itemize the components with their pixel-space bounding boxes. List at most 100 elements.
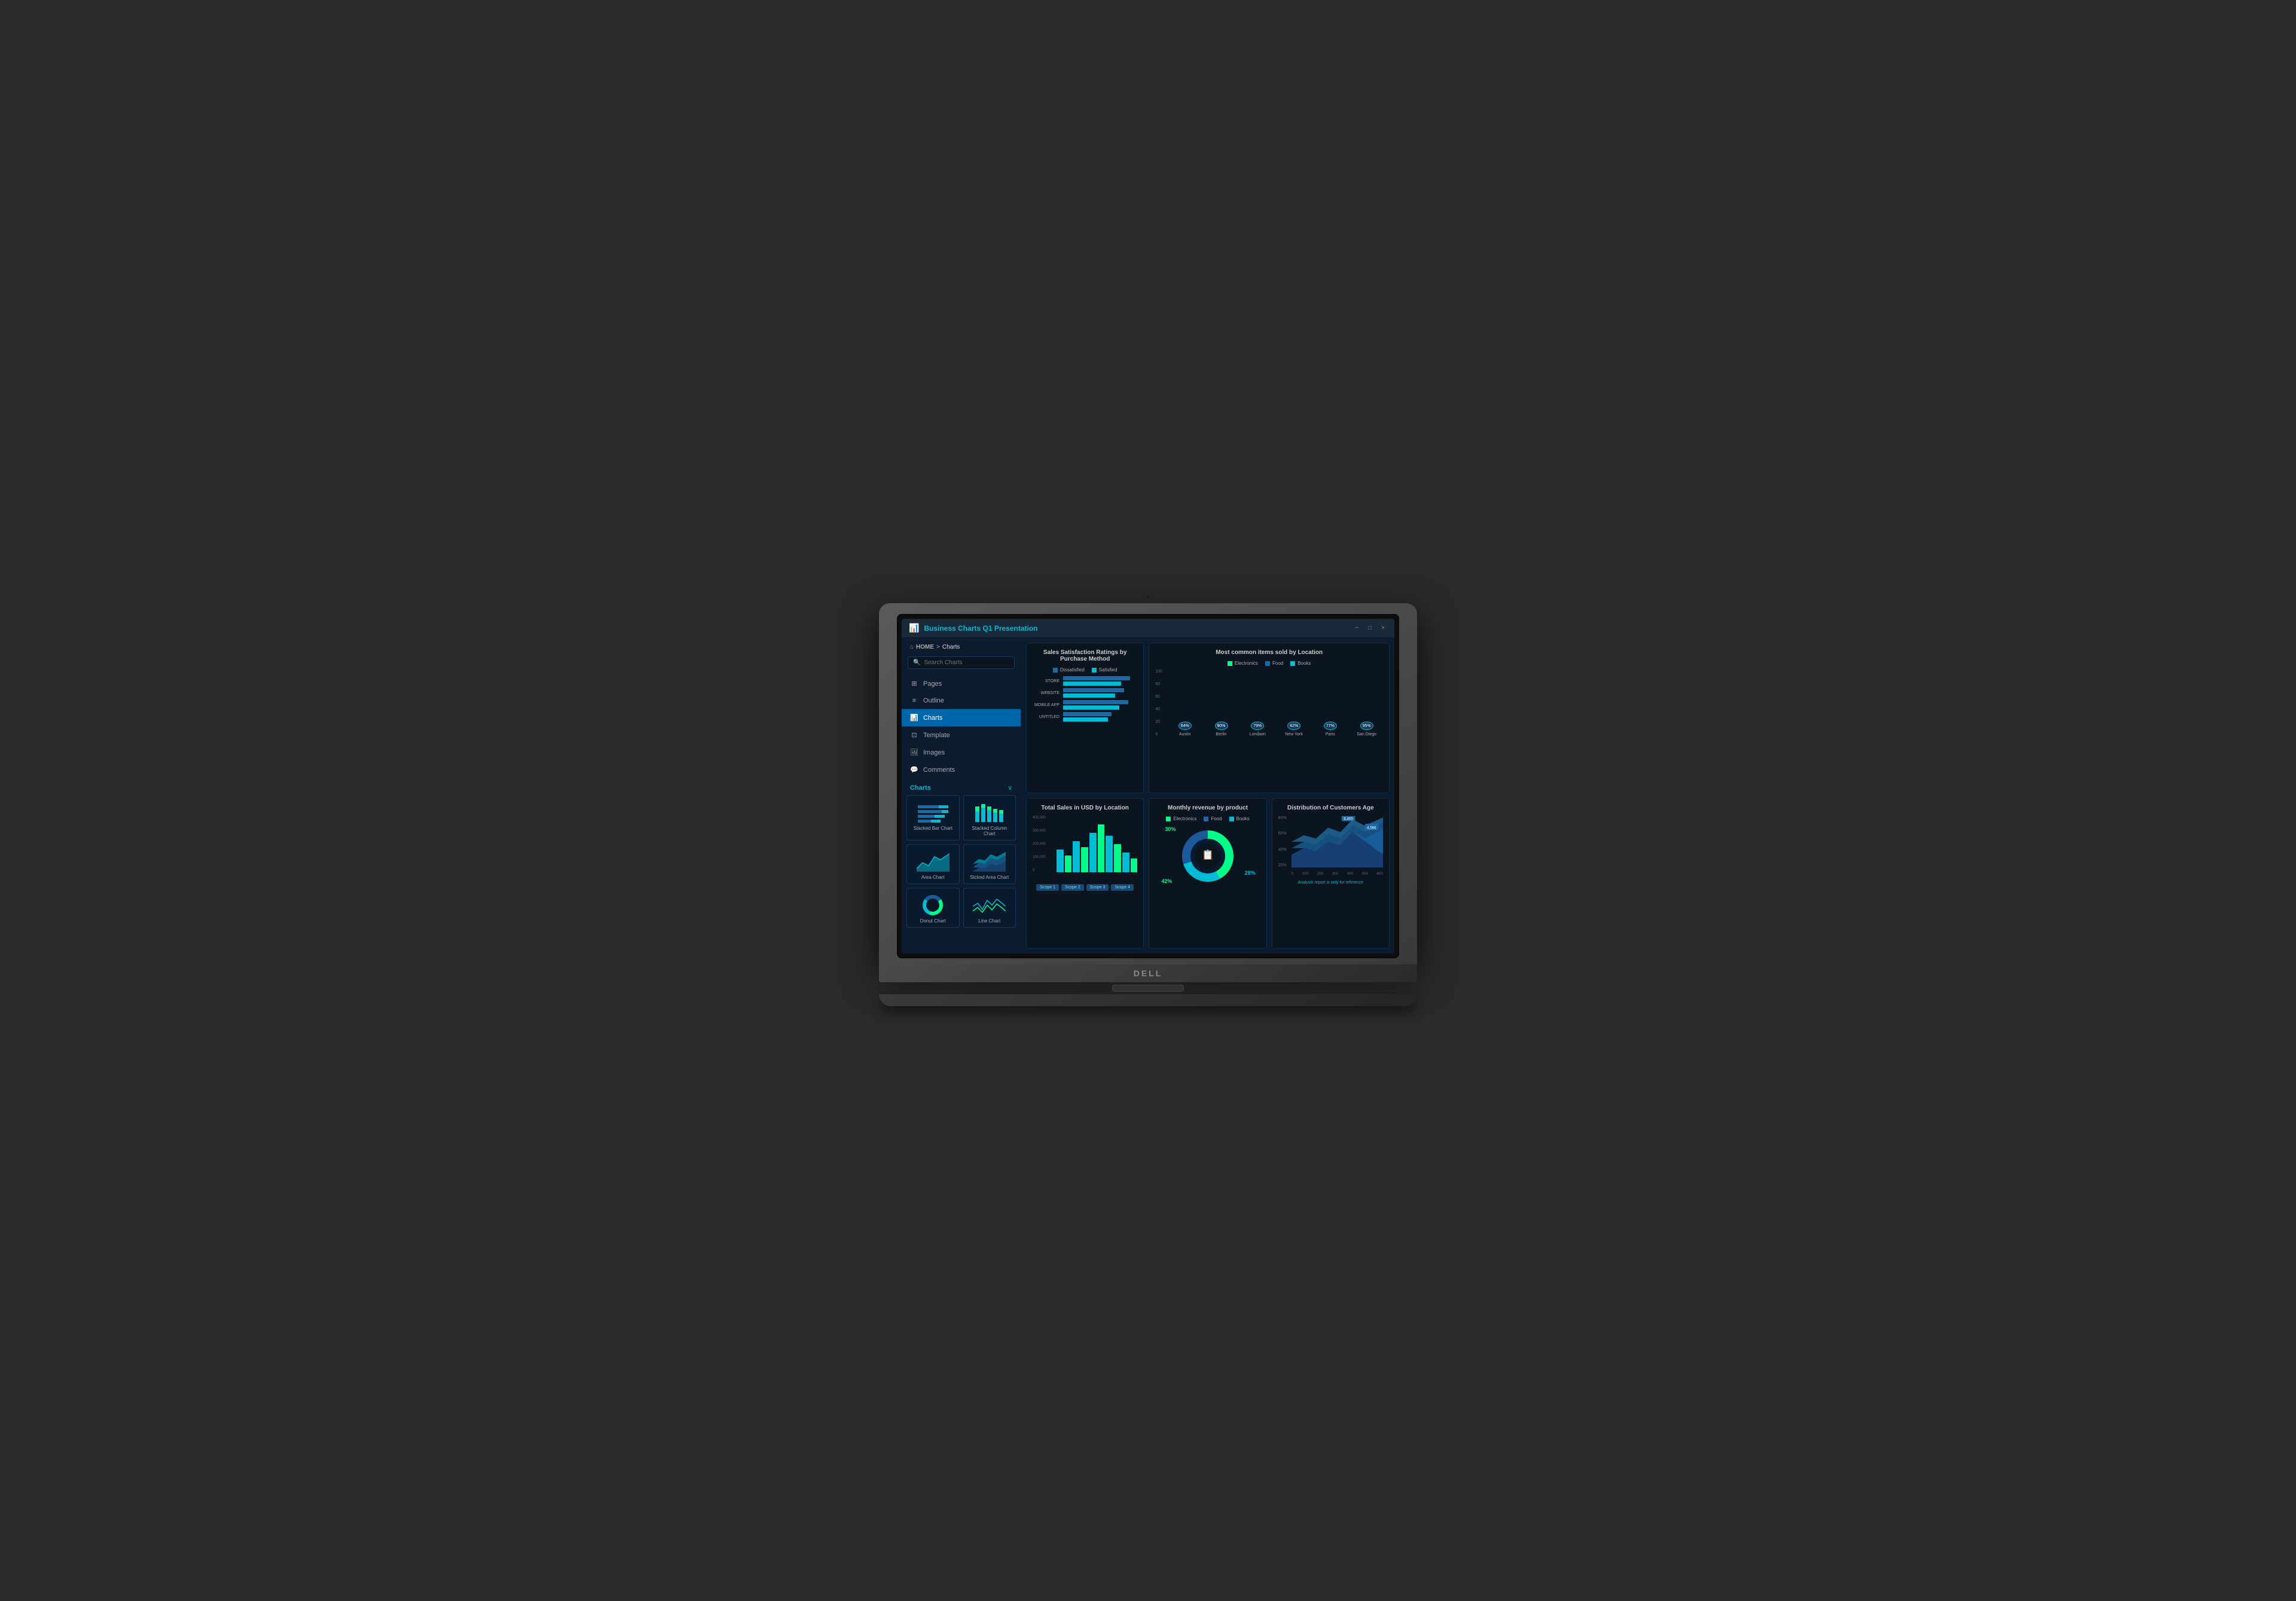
chart-thumb-donut[interactable]: Donut Chart (906, 888, 960, 928)
y5-20: 20% (1278, 863, 1292, 867)
scope1-button[interactable]: Scope 1 (1036, 884, 1059, 891)
chart2-title: Most common items sold by Location (1155, 649, 1383, 656)
trackpad[interactable] (1112, 985, 1184, 992)
hbar-untitled-satisfied (1063, 717, 1108, 722)
group-austin-label: Austin (1179, 732, 1190, 737)
hbar-row-website: WEBSITE (1033, 688, 1137, 698)
chart-thumb-stacked-area[interactable]: Stcked Area Chart (963, 844, 1016, 884)
y3-200k: 200,000 (1033, 842, 1057, 846)
scope2-button[interactable]: Scope 2 (1061, 884, 1084, 891)
hbar-label-mobileapp: MOBILE APP (1033, 703, 1060, 707)
outline-icon: ≡ (910, 697, 918, 704)
scope3-button[interactable]: Scope 3 (1086, 884, 1109, 891)
laptop-body: 📊 Business Charts Q1 Presentation − □ × (879, 603, 1417, 964)
app-icon: 📊 (909, 623, 919, 633)
laptop-bottom: DELL (879, 964, 1417, 982)
chart2-groups: 64% Austin (1168, 670, 1383, 747)
chart3-bars (1057, 816, 1137, 882)
bar3-10 (1131, 858, 1138, 873)
legend4-food: Food (1204, 816, 1222, 821)
hbar-untitled-dissatisfied (1063, 712, 1112, 716)
sidebar-item-comments[interactable]: 💬 Comments (902, 761, 1021, 778)
chart5-note-wrap: Analysis report is only for reference (1278, 876, 1383, 887)
hbar-label-untitled: UNTITLED (1033, 715, 1060, 719)
laptop-base (879, 994, 1417, 1006)
sidebar-charts-label: Charts (910, 784, 931, 792)
hbar-store-satisfied (1063, 682, 1121, 686)
maximize-button[interactable]: □ (1366, 624, 1374, 633)
home-icon: ⌂ (910, 644, 914, 650)
hbar-mobileapp-satisfied (1063, 705, 1119, 710)
hbar-label-store: STORE (1033, 679, 1060, 683)
y5-80: 80% (1278, 816, 1292, 820)
dell-logo: DELL (1134, 968, 1163, 978)
sidebar-charts-arrow[interactable]: ∨ (1008, 785, 1012, 792)
chart-thumb-stacked-bar[interactable]: Stacked Bar Chart (906, 795, 960, 841)
sidebar-item-images[interactable]: 🖼 Images (902, 744, 1021, 761)
hbar-label-website: WEBSITE (1033, 691, 1060, 695)
donut-svg: 📋 (1175, 825, 1241, 888)
search-input[interactable] (924, 659, 1009, 666)
pct-30: 30% (1165, 826, 1176, 832)
chart3-body: 400,000 300,000 200,000 100,000 0 (1033, 816, 1137, 882)
pct-sandiego: 95% (1360, 722, 1373, 730)
legend4-label-electronics: Electronics (1173, 816, 1196, 821)
sidebar-item-outline[interactable]: ≡ Outline (902, 692, 1021, 709)
legend-label-electronics: Electronics (1235, 661, 1258, 666)
donut-label: Donut Chart (911, 918, 955, 924)
legend-dot-electronics (1228, 661, 1232, 666)
sidebar-item-pages[interactable]: ⊞ Pages (902, 675, 1021, 692)
sidebar-item-charts[interactable]: 📊 Charts (902, 709, 1021, 726)
hbar-bars-store (1063, 676, 1137, 686)
chart1-legend: Dissatisfied Satisfied (1033, 667, 1137, 673)
close-button[interactable]: × (1379, 624, 1387, 633)
sidebar-item-template[interactable]: ⊡ Template (902, 726, 1021, 744)
chart-thumb-stacked-column[interactable]: Stacked Column Chart (963, 795, 1016, 841)
minimize-button[interactable]: − (1352, 624, 1361, 633)
breadcrumb-home[interactable]: HOME (916, 644, 934, 650)
stacked-area-label: Stcked Area Chart (967, 875, 1012, 880)
chart4-legend: Electronics Food Books (1155, 816, 1260, 821)
scope4-button[interactable]: Scope 4 (1111, 884, 1134, 891)
y3-0: 0 (1033, 869, 1057, 872)
line-visual (967, 892, 1012, 916)
hbar-container: STORE WEBSITE (1033, 676, 1137, 722)
webcam (1146, 595, 1150, 600)
template-icon: ⊡ (910, 731, 918, 739)
svg-text:6,455: 6,455 (1344, 817, 1353, 821)
group-sandiego-label: San Diego (1357, 732, 1376, 737)
y-20: 20 (1155, 720, 1168, 724)
bar3-2 (1065, 856, 1072, 872)
x5-300: 300 (1332, 872, 1338, 876)
search-icon: 🔍 (913, 659, 920, 666)
breadcrumb: ⌂ HOME > Charts (902, 638, 1021, 656)
chart5-body: 80% 60% 40% 20% (1278, 816, 1383, 876)
scope-buttons: Scope 1 Scope 2 Scope 3 Scope 4 (1033, 884, 1137, 891)
legend-dot-satisfied (1092, 668, 1097, 673)
chart1-title: Sales Satisfaction Ratings by Purchase M… (1033, 649, 1137, 662)
svg-text:4,566: 4,566 (1367, 826, 1376, 830)
stacked-column-visual (967, 799, 1012, 823)
chart5-yaxis: 80% 60% 40% 20% (1278, 816, 1292, 867)
y3-400k: 400,000 (1033, 816, 1057, 820)
bar3-7 (1106, 836, 1113, 872)
svg-text:📋: 📋 (1202, 849, 1214, 860)
chart-thumb-line[interactable]: Line Chart (963, 888, 1016, 928)
search-box[interactable]: 🔍 (908, 656, 1015, 669)
line-label: Line Chart (967, 918, 1012, 924)
y3-100k: 100,000 (1033, 856, 1057, 859)
y-0: 0 (1155, 732, 1168, 737)
chart4-donut-wrap: 📋 30% 42% 28% (1155, 825, 1260, 888)
bar3-1 (1057, 850, 1064, 872)
chart-thumb-area[interactable]: Area Chart (906, 844, 960, 884)
x5-100: 100 (1302, 872, 1308, 876)
sidebar-item-label-template: Template (923, 732, 950, 739)
y-80: 80 (1155, 682, 1168, 686)
hbar-mobileapp-dissatisfied (1063, 700, 1128, 704)
legend4-label-food: Food (1211, 816, 1222, 821)
x5-200: 200 (1317, 872, 1323, 876)
sidebar-item-label-pages: Pages (923, 680, 942, 688)
chart-total-sales: Total Sales in USD by Location 400,000 3… (1026, 798, 1144, 949)
legend-satisfied: Satisfied (1092, 667, 1118, 673)
chart-sales-satisfaction: Sales Satisfaction Ratings by Purchase M… (1026, 643, 1144, 793)
